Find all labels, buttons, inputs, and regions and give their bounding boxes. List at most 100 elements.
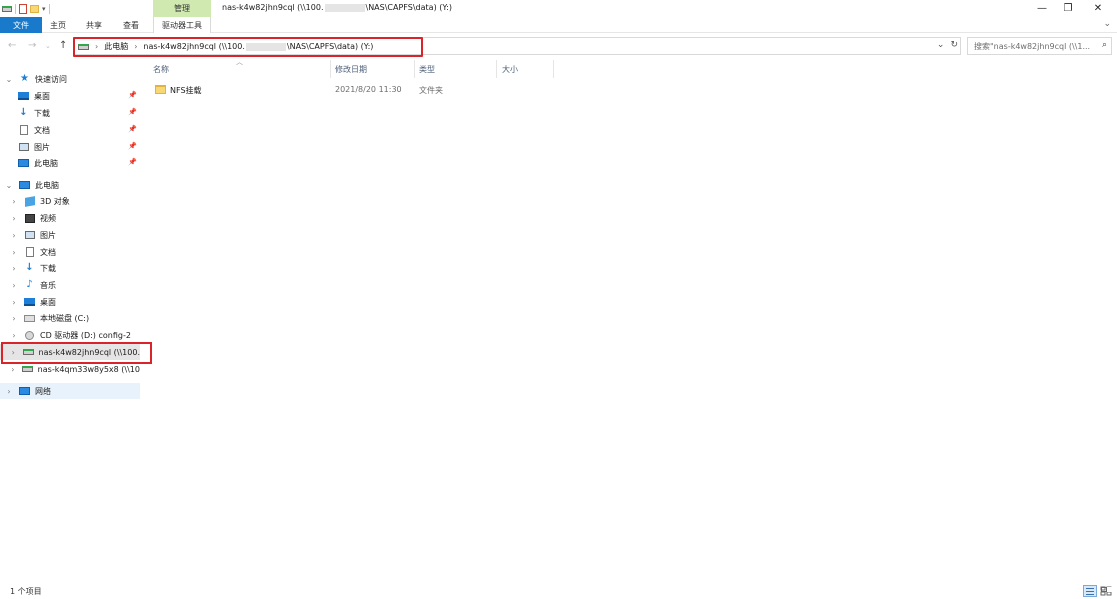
nav-label: nas-k4qm33w8y5x8 (\\10 <box>37 364 140 374</box>
nav-label: 文档 <box>40 247 56 257</box>
collapsed-chevron-icon[interactable]: › <box>10 197 18 206</box>
pin-icon[interactable]: 📌 <box>128 91 137 99</box>
nav-label: 本地磁盘 (C:) <box>40 313 90 323</box>
nav-label: 快速访问 <box>35 74 67 84</box>
column-divider[interactable] <box>330 60 331 78</box>
file-row[interactable]: NFS挂载 2021/8/20 11:30 文件夹 <box>148 82 558 98</box>
customize-toolbar-icon[interactable]: ▾ <box>42 5 46 13</box>
column-header-size[interactable]: 大小 <box>502 60 552 78</box>
collapsed-chevron-icon[interactable]: › <box>10 248 18 257</box>
forward-arrow-icon[interactable]: → <box>28 40 36 51</box>
nav-documents[interactable]: › 文档 <box>0 244 140 260</box>
nav-music[interactable]: › ♪ 音乐 <box>0 277 140 293</box>
column-header-modified[interactable]: 修改日期 <box>335 60 413 78</box>
nav-quick-access[interactable]: ⌄ ★ 快速访问 <box>0 71 140 87</box>
tab-view[interactable]: 查看 <box>119 17 143 33</box>
file-modified: 2021/8/20 11:30 <box>335 85 402 94</box>
computer-icon <box>18 159 29 168</box>
pin-icon[interactable]: 📌 <box>128 108 137 116</box>
network-icon <box>19 387 30 396</box>
search-icon[interactable]: ⌕ <box>1102 40 1107 50</box>
nav-desktop[interactable]: › 桌面 <box>0 294 140 310</box>
collapsed-chevron-icon[interactable]: › <box>10 331 18 340</box>
expanded-chevron-icon[interactable]: ⌄ <box>5 75 13 84</box>
collapsed-chevron-icon[interactable]: › <box>10 231 18 240</box>
collapsed-chevron-icon[interactable]: › <box>10 264 18 273</box>
ribbon-expand-icon[interactable]: ⌄ <box>1103 19 1111 29</box>
nav-local-disk-c[interactable]: › 本地磁盘 (C:) <box>0 310 140 326</box>
file-name: NFS挂载 <box>170 86 202 95</box>
tab-file[interactable]: 文件 <box>0 17 42 33</box>
quick-access-toolbar: ▾ <box>2 2 50 16</box>
large-icons-view-icon[interactable] <box>1099 585 1113 597</box>
address-highlight-box <box>73 37 423 57</box>
recent-locations-icon[interactable]: ⌄ <box>45 42 51 50</box>
up-arrow-icon[interactable]: ↑ <box>59 40 67 51</box>
navigation-pane[interactable]: ⌄ ★ 快速访问 桌面 📌 ↓ 下载 📌 文档 📌 图片 📌 此电脑 📌 ⌄ 此… <box>0 66 140 581</box>
nav-label: 此电脑 <box>35 180 59 190</box>
tab-share[interactable]: 共享 <box>82 17 106 33</box>
column-divider[interactable] <box>414 60 415 78</box>
nav-label: 此电脑 <box>34 158 58 168</box>
collapsed-chevron-icon[interactable]: › <box>10 281 18 290</box>
column-divider[interactable] <box>496 60 497 78</box>
nav-pictures[interactable]: › 图片 <box>0 227 140 243</box>
nav-quick-documents[interactable]: 文档 📌 <box>0 122 140 138</box>
close-button[interactable]: ✕ <box>1083 0 1113 17</box>
column-divider[interactable] <box>553 60 554 78</box>
expanded-chevron-icon[interactable]: ⌄ <box>5 181 13 190</box>
nav-quick-downloads[interactable]: ↓ 下载 📌 <box>0 105 140 121</box>
ribbon-tabs: 文件 主页 共享 查看 驱动器工具 ⌄ <box>0 17 1117 33</box>
details-view-icon[interactable] <box>1083 585 1097 597</box>
nav-videos[interactable]: › 视频 <box>0 210 140 226</box>
tab-drive-tools[interactable]: 驱动器工具 <box>153 17 211 33</box>
collapsed-chevron-icon[interactable]: › <box>10 298 18 307</box>
pin-icon[interactable]: 📌 <box>128 125 137 133</box>
tab-home[interactable]: 主页 <box>46 17 70 33</box>
properties-icon[interactable] <box>19 4 27 14</box>
pin-icon[interactable]: 📌 <box>128 142 137 150</box>
search-input[interactable]: 搜索"nas-k4w82jhn9cql (\\1... <box>974 41 1092 52</box>
window-title-prefix: nas-k4w82jhn9cql (\\100. <box>222 3 324 12</box>
file-type: 文件夹 <box>419 86 443 95</box>
back-arrow-icon[interactable]: ← <box>8 40 16 51</box>
window-title-suffix: \NAS\CAPFS\data) (Y:) <box>365 3 453 12</box>
refresh-icon[interactable]: ↻ <box>950 40 958 50</box>
nav-this-pc[interactable]: ⌄ 此电脑 <box>0 177 140 193</box>
column-header-type[interactable]: 类型 <box>419 60 495 78</box>
nav-cd-drive-d[interactable]: › CD 驱动器 (D:) config-2 <box>0 327 140 343</box>
address-dropdown-icon[interactable]: ⌄ <box>937 40 945 50</box>
video-icon <box>24 213 35 223</box>
nav-label: CD 驱动器 (D:) config-2 <box>40 330 131 340</box>
restore-button[interactable]: ❐ <box>1053 0 1083 17</box>
download-icon: ↓ <box>25 262 34 273</box>
manage-context-tab[interactable]: 管理 <box>153 0 211 17</box>
nav-downloads[interactable]: › ↓ 下载 <box>0 260 140 276</box>
nav-label: 下载 <box>40 263 56 273</box>
toolbar-divider <box>15 4 16 14</box>
collapsed-chevron-icon[interactable]: › <box>10 365 16 374</box>
title-bar: ▾ 管理 nas-k4w82jhn9cql (\\100. \NAS\CAPFS\… <box>0 0 1117 17</box>
nav-quick-pictures[interactable]: 图片 📌 <box>0 139 140 155</box>
new-folder-icon[interactable] <box>30 5 39 13</box>
folder-icon <box>155 85 166 94</box>
nav-label: 下载 <box>34 108 50 118</box>
nav-label: 图片 <box>34 142 50 152</box>
network-drive-icon <box>2 6 12 12</box>
nav-label: 3D 对象 <box>40 196 70 206</box>
collapsed-chevron-icon[interactable]: › <box>5 387 13 396</box>
pin-icon[interactable]: 📌 <box>128 158 137 166</box>
collapsed-chevron-icon[interactable]: › <box>10 214 18 223</box>
collapsed-chevron-icon[interactable]: › <box>10 314 18 323</box>
nav-label: 图片 <box>40 230 56 240</box>
search-box[interactable]: 搜索"nas-k4w82jhn9cql (\\1... ⌕ <box>967 37 1112 55</box>
item-count: 1 个项目 <box>10 587 42 596</box>
redacted-region <box>324 3 365 12</box>
nav-quick-this-pc[interactable]: 此电脑 📌 <box>0 155 140 171</box>
column-header-name[interactable]: 名称 <box>153 60 329 78</box>
download-icon: ↓ <box>19 107 28 118</box>
nav-network[interactable]: › 网络 <box>0 383 140 399</box>
column-headers: 名称 修改日期 类型 大小 <box>148 60 558 78</box>
nav-quick-desktop[interactable]: 桌面 📌 <box>0 88 140 104</box>
nav-3d-objects[interactable]: › 3D 对象 <box>0 193 140 209</box>
